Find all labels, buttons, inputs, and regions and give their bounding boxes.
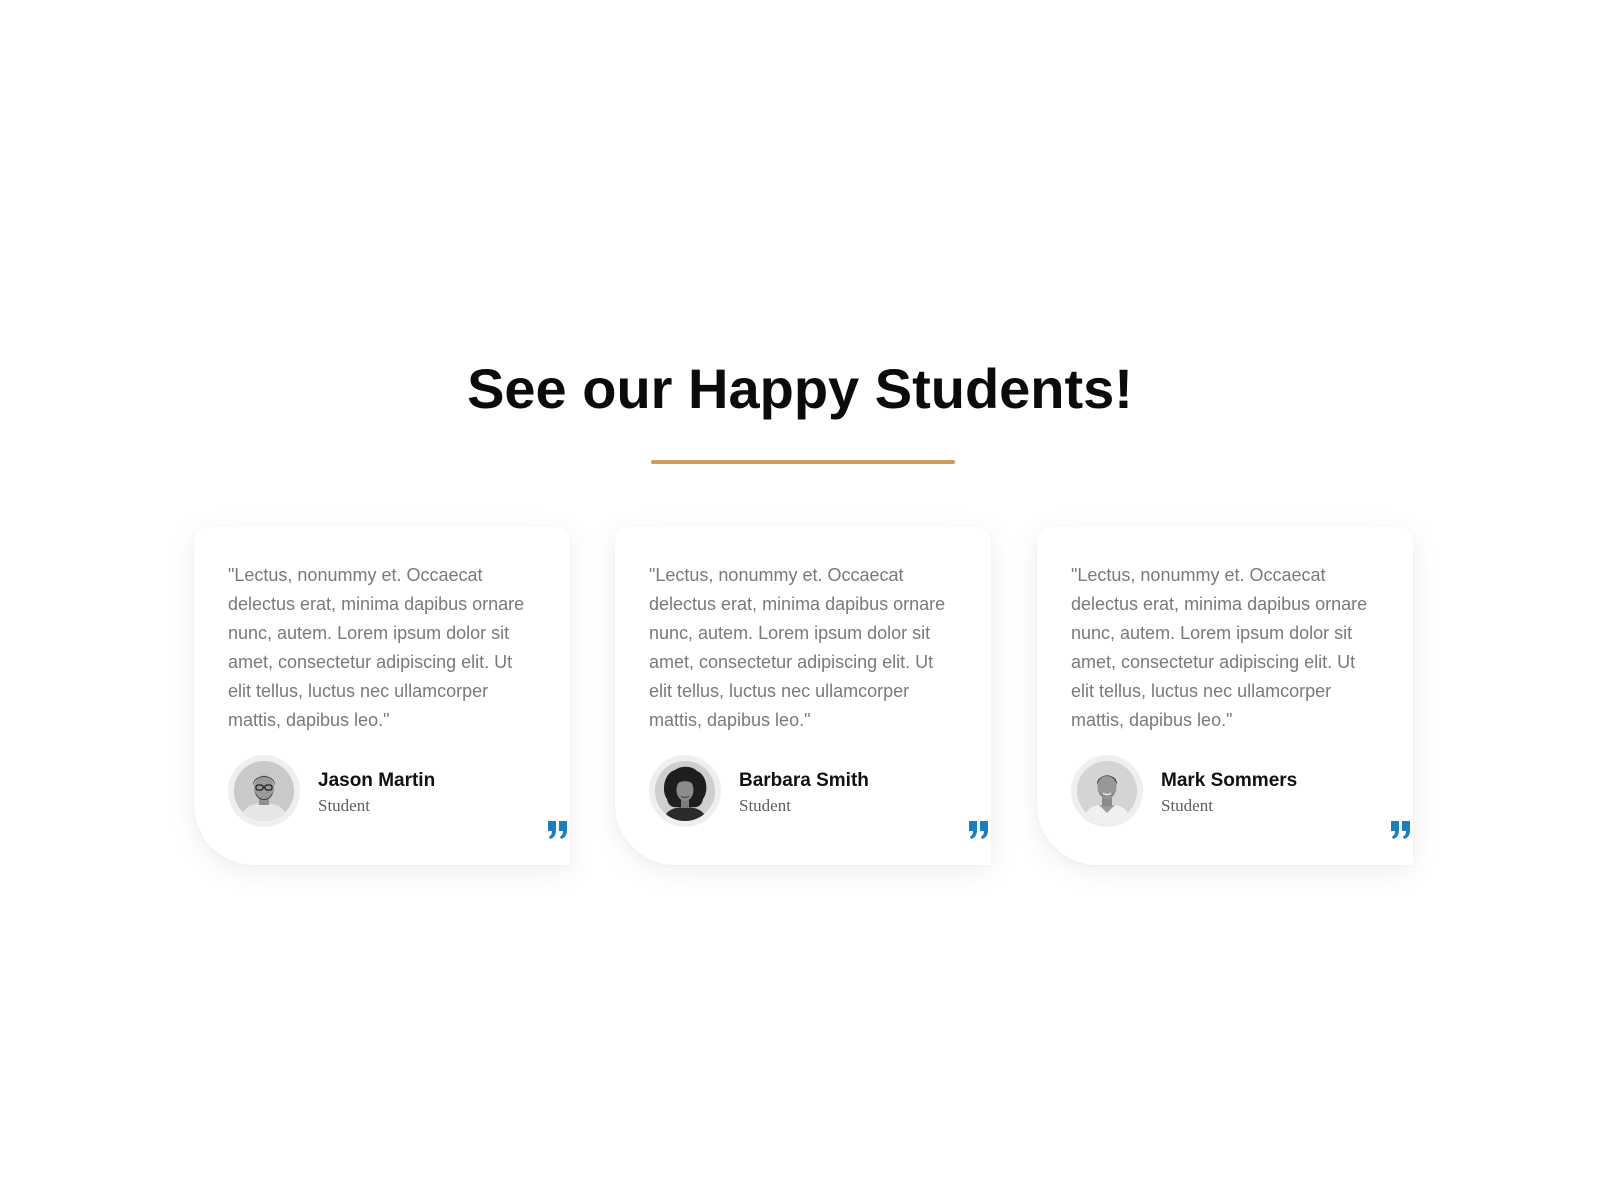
testimonial-card: "Lectus, nonummy et. Occaecat delectus e… — [194, 527, 570, 865]
testimonial-card: "Lectus, nonummy et. Occaecat delectus e… — [615, 527, 991, 865]
man-glasses-portrait-icon — [234, 761, 294, 821]
quote-icon — [1391, 821, 1410, 839]
avatar — [1071, 755, 1143, 827]
author-name: Barbara Smith — [739, 770, 869, 791]
author-role: Student — [1161, 796, 1213, 815]
avatar — [228, 755, 300, 827]
testimonial-cards: "Lectus, nonummy et. Occaecat delectus e… — [194, 527, 1413, 865]
testimonial-quote: "Lectus, nonummy et. Occaecat delectus e… — [1071, 565, 1368, 730]
section-heading: See our Happy Students! — [467, 357, 1133, 420]
author-role: Student — [739, 796, 791, 815]
avatar — [649, 755, 721, 827]
testimonials-section: See our Happy Students! "Lectus, nonummy… — [0, 0, 1600, 1200]
heading-divider — [651, 460, 955, 464]
testimonial-author: Barbara Smith Student — [649, 755, 969, 829]
testimonial-author: Jason Martin Student — [228, 755, 548, 829]
woman-curly-hair-portrait-icon — [655, 761, 715, 821]
testimonial-author: Mark Sommers Student — [1071, 755, 1391, 829]
author-name: Mark Sommers — [1161, 770, 1298, 791]
man-short-hair-portrait-icon — [1077, 761, 1137, 821]
quote-icon — [969, 821, 988, 839]
testimonial-card: "Lectus, nonummy et. Occaecat delectus e… — [1037, 527, 1413, 865]
author-name: Jason Martin — [318, 770, 436, 791]
author-role: Student — [318, 796, 370, 815]
testimonial-quote: "Lectus, nonummy et. Occaecat delectus e… — [228, 565, 525, 730]
quote-icon — [548, 821, 567, 839]
testimonial-quote: "Lectus, nonummy et. Occaecat delectus e… — [649, 565, 946, 730]
